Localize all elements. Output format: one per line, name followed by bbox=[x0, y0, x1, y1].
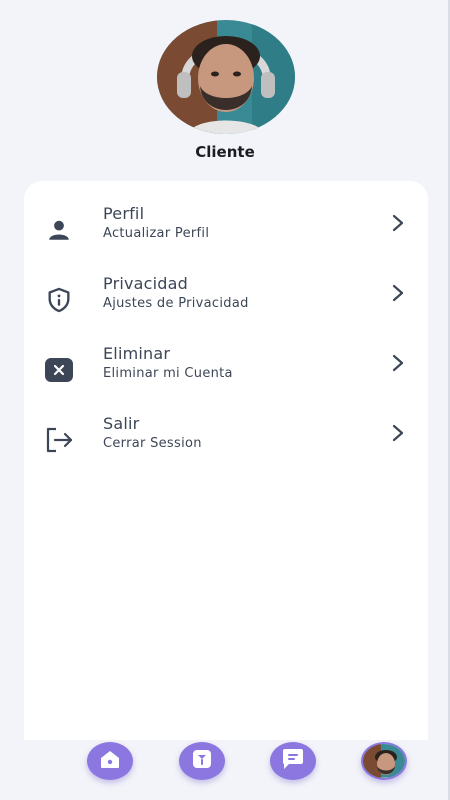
chevron-right-icon bbox=[388, 213, 408, 233]
close-box-icon bbox=[44, 355, 74, 385]
menu-item-privacidad[interactable]: Privacidad Ajustes de Privacidad bbox=[24, 273, 428, 329]
shield-info-icon bbox=[44, 285, 74, 315]
settings-card: Perfil Actualizar Perfil Privacidad Ajus… bbox=[24, 181, 428, 761]
menu-item-subtitle: Actualizar Perfil bbox=[103, 226, 210, 241]
user-icon bbox=[44, 215, 74, 245]
menu-item-title: Salir bbox=[103, 414, 140, 433]
home-icon bbox=[98, 748, 122, 774]
nav-profile-avatar[interactable] bbox=[361, 742, 407, 780]
bottom-nav bbox=[0, 740, 450, 800]
chevron-right-icon bbox=[388, 353, 408, 373]
logout-icon bbox=[44, 425, 74, 455]
menu-item-title: Perfil bbox=[103, 204, 145, 223]
menu-item-title: Privacidad bbox=[103, 274, 189, 293]
menu-item-subtitle: Cerrar Session bbox=[103, 436, 202, 451]
chevron-right-icon bbox=[388, 283, 408, 303]
nav-home-button[interactable] bbox=[87, 742, 133, 780]
menu-item-perfil[interactable]: Perfil Actualizar Perfil bbox=[24, 203, 428, 259]
menu-item-subtitle: Eliminar mi Cuenta bbox=[103, 366, 233, 381]
profile-screen: Cliente Perfil Actualizar Perfil Privaci… bbox=[0, 0, 450, 800]
profile-avatar-icon bbox=[363, 744, 405, 778]
nav-tools-button[interactable] bbox=[179, 742, 225, 780]
menu-item-title: Eliminar bbox=[103, 344, 171, 363]
user-name: Cliente bbox=[195, 143, 255, 161]
tools-icon bbox=[190, 747, 214, 775]
nav-chat-button[interactable] bbox=[270, 742, 316, 780]
menu-item-salir[interactable]: Salir Cerrar Session bbox=[24, 413, 428, 469]
avatar-photo bbox=[157, 20, 295, 134]
menu-item-eliminar[interactable]: Eliminar Eliminar mi Cuenta bbox=[24, 343, 428, 399]
user-avatar[interactable] bbox=[157, 20, 295, 134]
chevron-right-icon bbox=[388, 423, 408, 443]
chat-icon bbox=[280, 747, 306, 775]
menu-item-subtitle: Ajustes de Privacidad bbox=[103, 296, 249, 311]
